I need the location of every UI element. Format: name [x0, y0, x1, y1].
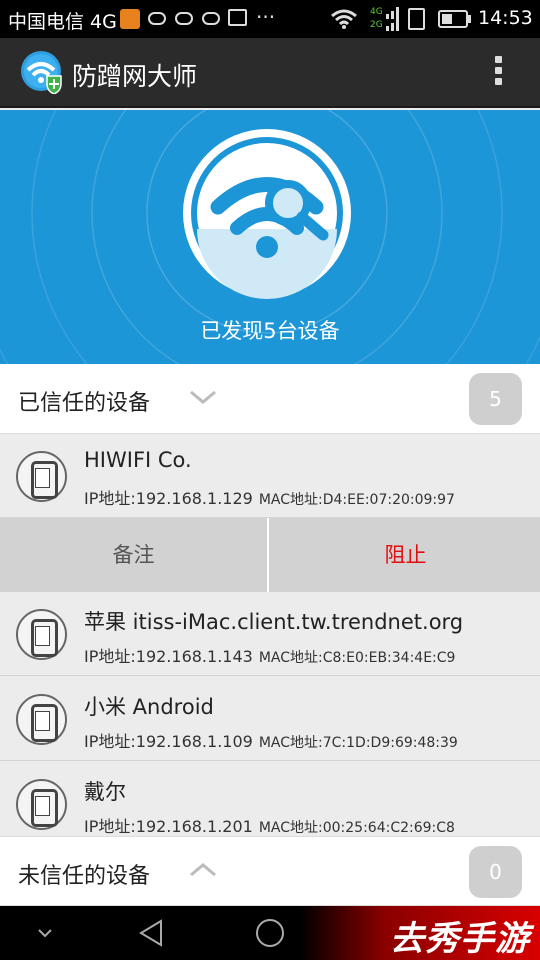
- device-name: 戴尔: [84, 780, 126, 804]
- signal-label-4g: 4G: [370, 7, 383, 17]
- ip-label: IP地址:: [84, 489, 136, 508]
- mac-address: 7C:1D:D9:69:48:39: [322, 735, 458, 751]
- trusted-count-badge: 5: [469, 373, 522, 425]
- phone-icon: [16, 451, 67, 502]
- battery-tip: [468, 15, 471, 23]
- ip-label: IP地址:: [84, 647, 136, 666]
- watermark-logo: 去秀手游: [300, 906, 540, 960]
- device-info: IP地址:192.168.1.129 MAC地址:D4:EE:07:20:09:9…: [84, 485, 455, 509]
- hide-keyboard-icon[interactable]: [30, 906, 60, 960]
- device-row[interactable]: HIWIFI Co. IP地址:192.168.1.129 MAC地址:D4:EE…: [0, 434, 540, 518]
- wifi-icon: [331, 9, 357, 29]
- image-icon: [228, 9, 247, 26]
- cloud-icon: [148, 12, 166, 25]
- device-action-bar: 备注 阻止: [0, 518, 540, 592]
- battery-icon: [438, 10, 468, 28]
- overflow-menu-icon[interactable]: [490, 56, 506, 90]
- clock: 14:53: [478, 7, 533, 29]
- back-icon[interactable]: [134, 906, 168, 960]
- mac-label: MAC地址:: [258, 650, 323, 666]
- trusted-devices-label: 已信任的设备: [18, 391, 151, 416]
- phone-icon: [16, 609, 67, 660]
- device-name: 小米 Android: [84, 695, 214, 719]
- cloud-icon: [202, 12, 220, 25]
- scan-hero: 已发现5台设备: [0, 110, 540, 365]
- device-name: HIWIFI Co.: [84, 448, 192, 472]
- untrusted-count-badge: 0: [469, 846, 522, 898]
- ip-address: 192.168.1.109: [135, 732, 253, 751]
- sim-icon: [408, 8, 425, 30]
- app-title: 防蹭网大师: [72, 62, 198, 91]
- app-bar: 防蹭网大师: [0, 38, 540, 108]
- chevron-up-icon: [190, 863, 216, 877]
- note-button[interactable]: 备注: [0, 518, 269, 592]
- more-dots-icon: ···: [256, 5, 276, 29]
- ip-address: 192.168.1.143: [135, 647, 253, 666]
- device-info: IP地址:192.168.1.143 MAC地址:C8:E0:EB:34:4E:C…: [84, 643, 455, 667]
- signal-label-2g: 2G: [370, 20, 383, 30]
- wifi-shield-logo-icon: [21, 51, 62, 94]
- mac-label: MAC地址:: [258, 492, 323, 508]
- watermark-text: 去秀手游: [390, 919, 530, 959]
- mac-label: MAC地址:: [258, 820, 323, 836]
- home-icon[interactable]: [253, 906, 287, 960]
- ip-address: 192.168.1.129: [135, 489, 253, 508]
- block-button[interactable]: 阻止: [271, 518, 540, 592]
- device-row[interactable]: 苹果 itiss-iMac.client.tw.trendnet.org IP地…: [0, 592, 540, 676]
- mac-address: C8:E0:EB:34:4E:C9: [322, 650, 456, 666]
- status-bar: 中国电信 4G ··· 4G 2G 14:53: [0, 0, 540, 38]
- carrier-label: 中国电信 4G: [8, 11, 117, 33]
- phone-icon: [16, 694, 67, 745]
- chevron-down-icon: [190, 390, 216, 404]
- wifi-search-icon: [183, 129, 351, 299]
- device-info: IP地址:192.168.1.201 MAC地址:00:25:64:C2:69:C…: [84, 813, 455, 837]
- device-info: IP地址:192.168.1.109 MAC地址:7C:1D:D9:69:48:3…: [84, 728, 458, 752]
- ip-label: IP地址:: [84, 817, 136, 836]
- device-row[interactable]: 小米 Android IP地址:192.168.1.109 MAC地址:7C:1D…: [0, 677, 540, 761]
- ip-address: 192.168.1.201: [135, 817, 253, 836]
- device-name: 苹果 itiss-iMac.client.tw.trendnet.org: [84, 610, 464, 634]
- mac-label: MAC地址:: [258, 735, 323, 751]
- found-devices-text: 已发现5台设备: [200, 319, 340, 343]
- app-notification-icon: [120, 9, 140, 29]
- system-nav-bar: 去秀手游: [0, 906, 540, 960]
- device-row[interactable]: 戴尔 IP地址:192.168.1.201 MAC地址:00:25:64:C2:6…: [0, 762, 540, 846]
- signal-4g-2g-icon: 4G 2G: [370, 7, 399, 31]
- trusted-devices-header[interactable]: 已信任的设备 5: [0, 364, 540, 434]
- mac-address: 00:25:64:C2:69:C8: [322, 820, 455, 836]
- untrusted-devices-label: 未信任的设备: [18, 864, 151, 889]
- cloud-icon: [175, 12, 193, 25]
- phone-icon: [16, 779, 67, 830]
- untrusted-devices-header[interactable]: 未信任的设备 0: [0, 836, 540, 906]
- ip-label: IP地址:: [84, 732, 136, 751]
- mac-address: D4:EE:07:20:09:97: [322, 492, 455, 508]
